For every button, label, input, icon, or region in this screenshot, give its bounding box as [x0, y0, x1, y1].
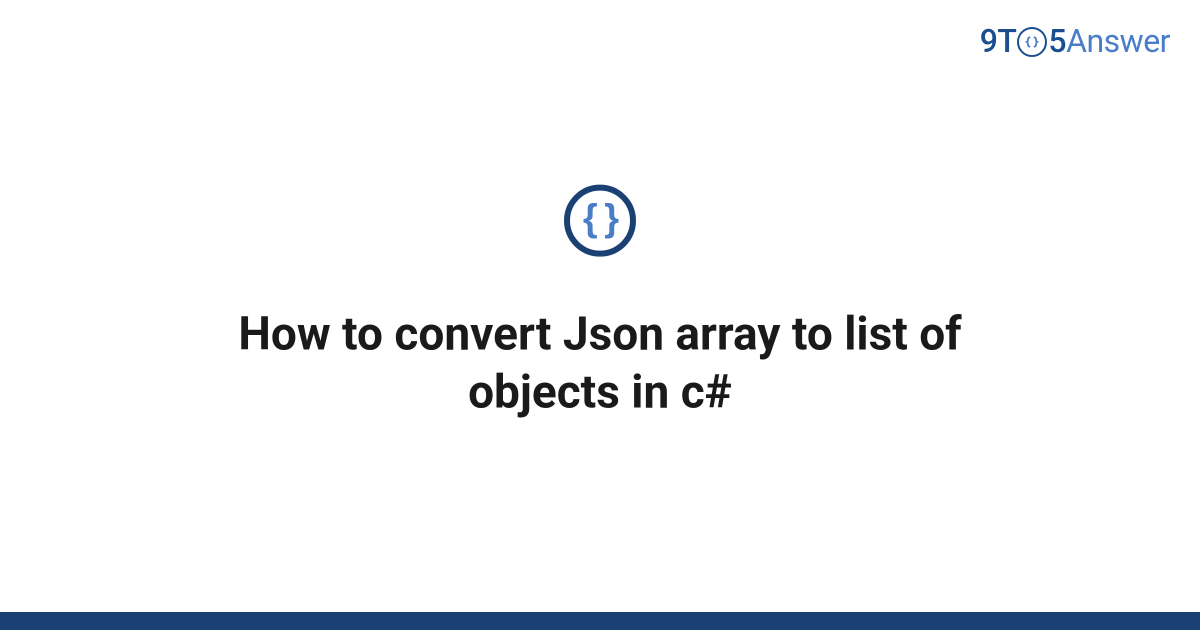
question-title: How to convert Json array to list of obj…: [140, 307, 1060, 422]
logo-braces-icon: [1017, 27, 1047, 57]
category-badge-icon: { }: [564, 185, 636, 257]
braces-icon: { }: [583, 200, 617, 238]
main-content: { } How to convert Json array to list of…: [0, 185, 1200, 422]
logo-prefix: 9T: [980, 22, 1017, 60]
site-logo[interactable]: 9T 5 Answer: [980, 22, 1170, 60]
footer-bar: [0, 612, 1200, 630]
logo-suffix: Answer: [1066, 22, 1170, 60]
logo-middle: 5: [1048, 22, 1066, 60]
